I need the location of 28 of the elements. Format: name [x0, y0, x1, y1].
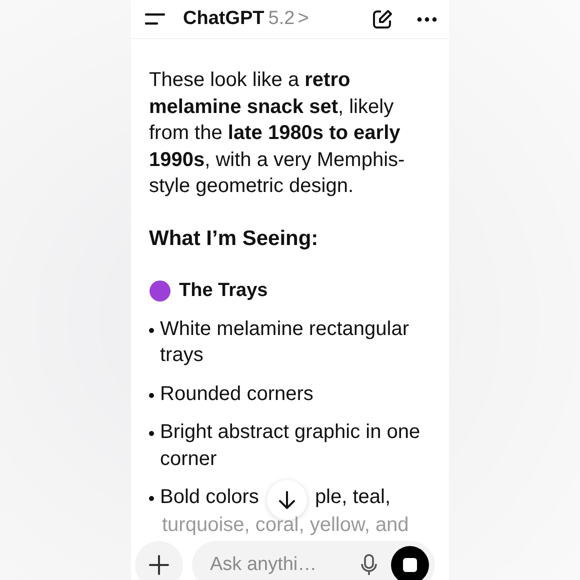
subsection-title: The Trays	[179, 279, 268, 303]
message-paragraph: These look like a retro melamine snack set, likely from the late 1980s to early 1990s, with a very Memphis-style geometric design.	[149, 68, 406, 199]
app-title[interactable]: ChatGPT	[183, 8, 264, 30]
chevron-text[interactable]: >	[298, 8, 309, 30]
new-chat-icon[interactable]	[372, 8, 393, 30]
list-item: Rounded corners	[160, 382, 314, 406]
circle-icon	[149, 280, 171, 302]
bullet-dot	[149, 431, 154, 436]
stop-button[interactable]	[391, 546, 429, 580]
microphone-icon[interactable]	[361, 554, 377, 576]
add-button[interactable]	[135, 541, 183, 580]
bullet-dot	[149, 328, 154, 332]
list-item: ple, teal,	[314, 485, 391, 510]
menu-icon[interactable]	[145, 13, 165, 25]
list-item: Bold colors	[160, 485, 259, 510]
section-heading: What I’m Seeing:	[149, 226, 320, 252]
plus-icon	[149, 555, 169, 575]
message-input[interactable]: Ask anythi…	[208, 553, 361, 577]
model-version[interactable]: 5.2	[268, 8, 295, 30]
list-item: Bright abstract graphic in one corner	[160, 420, 422, 472]
bullet-dot	[149, 392, 154, 398]
arrow-down-icon	[278, 490, 296, 510]
stop-icon	[403, 558, 417, 572]
bullet-dot	[149, 496, 154, 501]
composer-bar[interactable]: Ask anythi…	[192, 541, 435, 580]
list-item: White melamine rectangular trays	[160, 316, 410, 368]
more-icon[interactable]	[417, 16, 437, 22]
list-item-continuation: turquoise, coral, yellow, and	[162, 513, 410, 538]
